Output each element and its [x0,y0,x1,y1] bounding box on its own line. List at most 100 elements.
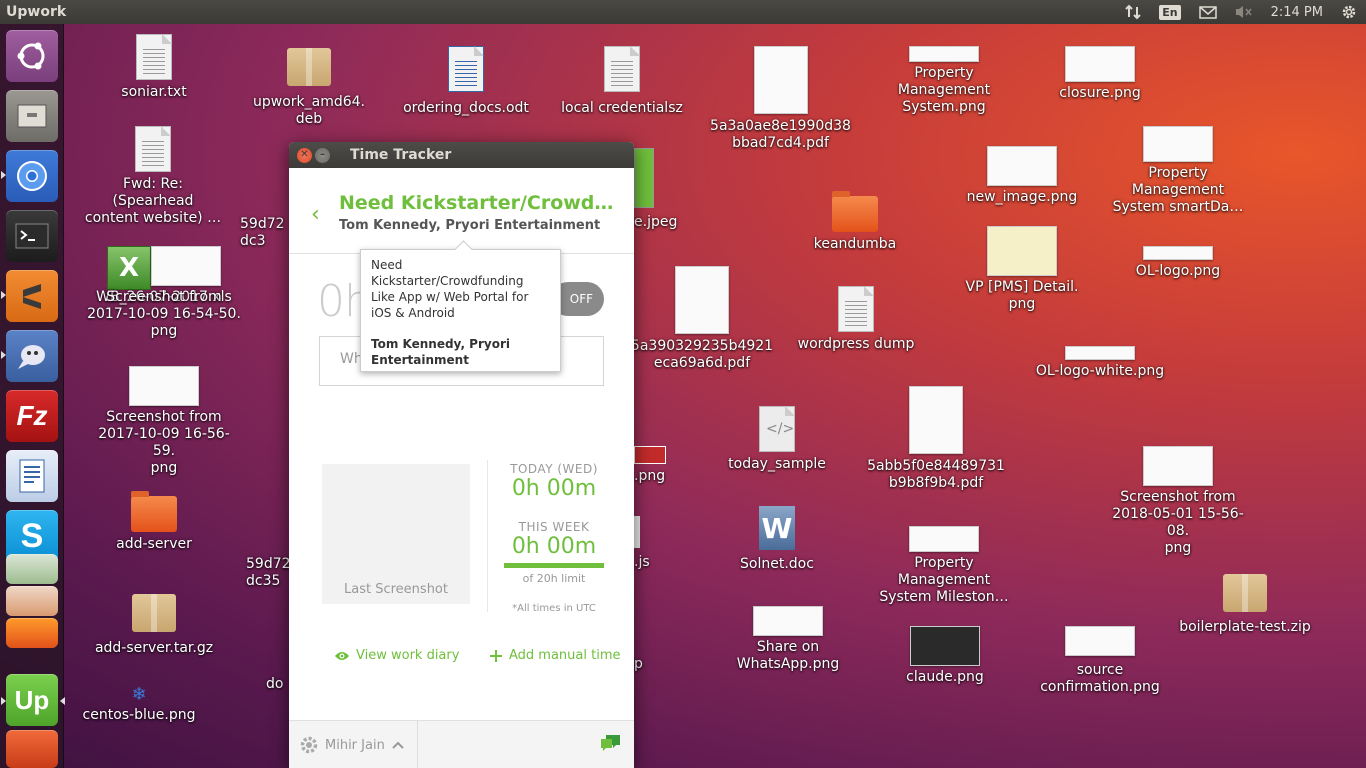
file-label: OL-logo.png [1135,263,1221,279]
desktop-file[interactable]: boilerplate-test.zip [1172,574,1318,636]
desktop-file[interactable]: OL-logo-white.png [1030,346,1170,380]
desktop-file[interactable]: Screenshot from 2017-10-09 16-56-59. png [90,366,238,477]
image-thumbnail-icon [1143,126,1213,162]
image-thumbnail-icon [1143,246,1213,260]
desktop-file[interactable]: .js [634,516,674,571]
text-editor-icon[interactable] [6,730,58,768]
desktop-file[interactable]: soniar.txt [104,34,204,101]
image-thumbnail-icon [634,148,654,208]
desktop-folder[interactable]: keandumba [800,191,910,253]
plus-icon [490,649,502,662]
writer-document-icon [448,46,484,92]
desktop-file[interactable]: Property Management System Mileston… [872,526,1016,606]
close-window-button[interactable]: ✕ [297,147,312,163]
filezilla-icon[interactable]: Fz [6,390,58,442]
image-thumbnail-icon [1065,626,1135,656]
network-icon[interactable] [1116,0,1150,24]
last-screenshot-label: Last Screenshot [344,582,448,597]
desktop-folder[interactable]: add-server [104,491,204,553]
desktop-file[interactable]: 59d72 dc35 [246,556,292,590]
desktop-file[interactable]: wordpress dump [794,286,918,353]
today-label: TODAY (WED) [510,462,598,476]
image-thumbnail-icon [1065,46,1135,82]
desktop-file[interactable]: local credentialsz [552,46,692,117]
tooltip-client: Tom Kennedy, Pryori Entertainment [371,337,510,367]
file-label: Property Management System.png [897,65,991,115]
add-manual-time-label: Add manual time [509,648,621,663]
desktop-file[interactable]: VP [PMS] Detail. png [955,226,1089,313]
desktop-file[interactable]: ❄ centos-blue.png [78,686,200,724]
file-label: do [266,676,284,692]
chat-icon[interactable] [600,733,622,757]
desktop-file[interactable]: source confirmation.png [1030,626,1170,696]
desktop-file[interactable]: Share on WhatsApp.png [728,606,848,673]
mail-icon[interactable] [1190,0,1226,24]
text-file-icon [135,126,171,172]
text-file-icon [136,34,172,80]
desktop-file[interactable]: p [634,656,654,673]
desktop-file[interactable]: 5a3a0ae8e1990d38 bbad7cd4.pdf [708,46,853,152]
desktop-file[interactable]: 5a390329235b4921 eca69a6d.pdf [630,266,774,372]
desktop-file[interactable]: Screenshot from 2018-05-01 15-56-08. png [1104,446,1252,557]
spreadsheet-icon: X [107,246,151,290]
desktop-file[interactable]: claude.png [890,626,1000,686]
running-indicator [1,291,6,299]
running-indicator [1,171,6,179]
desktop-file[interactable]: add-server.tar.gz [86,594,222,657]
libreoffice-writer-icon[interactable] [6,450,58,502]
view-work-diary-label: View work diary [356,648,460,663]
keyboard-layout-indicator[interactable]: En [1150,0,1189,24]
file-label: today_sample [728,456,826,472]
desktop-file[interactable]: </> today_sample [720,406,834,473]
desktop-file[interactable]: e.jpeg [634,148,684,231]
file-label: source confirmation.png [1040,662,1160,695]
file-label: add-server [116,536,192,552]
libreoffice-impress-icon[interactable] [6,586,58,616]
clock[interactable]: 2:14 PM [1262,0,1332,24]
desktop-file[interactable]: upwork_amd64. deb [244,48,374,128]
window-titlebar[interactable]: ✕ – Time Tracker [289,142,634,168]
chromium-icon[interactable] [6,150,58,202]
job-client: Tom Kennedy, Pryori Entertainment [339,218,601,233]
desktop-file[interactable]: 5abb5f0e84489731 b9b8f9b4.pdf [864,386,1008,492]
minimize-window-button[interactable]: – [315,147,330,163]
chevron-left-icon[interactable]: ‹ [311,202,320,227]
desktop-file[interactable]: X WB_26-07-2017.xls Screenshot from 2017… [86,246,242,340]
file-label: local credentialsz [561,100,683,116]
sublime-text-icon[interactable] [6,270,58,322]
desktop-file[interactable]: closure.png [1040,46,1160,102]
firefox-icon[interactable] [6,618,58,648]
desktop-file[interactable]: OL-logo.png [1118,246,1238,280]
terminal-icon[interactable] [6,210,58,262]
pdf-thumbnail-icon [753,46,808,114]
job-title[interactable]: Need Kickstarter/Crowdfun... [339,192,619,214]
pidgin-icon[interactable] [6,330,58,382]
desktop-file[interactable]: ordering_docs.odt [396,46,536,117]
file-label: closure.png [1059,85,1141,101]
desktop-file[interactable]: W Solnet.doc [730,506,824,573]
view-work-diary-link[interactable]: View work diary [334,648,459,663]
file-label: add-server.tar.gz [94,640,214,656]
top-panel: Upwork En 2:14 PM [0,0,1366,24]
file-label: new_image.png [966,189,1078,205]
desktop-file[interactable]: new_image.png [962,146,1082,206]
volume-muted-icon[interactable] [1226,0,1262,24]
file-label: soniar.txt [121,84,187,100]
desktop-file[interactable]: Property Management System smartDa… [1108,126,1248,216]
settings-gear-icon[interactable] [1332,0,1366,24]
upwork-icon[interactable]: Up [6,674,58,726]
image-thumbnail-icon [753,606,823,636]
desktop-file[interactable]: .png [634,446,684,485]
add-manual-time-link[interactable]: Add manual time [489,648,621,663]
files-icon[interactable] [6,90,58,142]
desktop-file[interactable]: Property Management System.png [876,46,1012,116]
desktop-file[interactable]: Fwd: Re: (Spearhead content website) … [80,126,226,227]
folder-icon [131,491,177,532]
libreoffice-calc-icon[interactable] [6,554,58,584]
desktop-file[interactable]: 59d72 dc3 [240,216,292,250]
file-label: VP [PMS] Detail. png [965,279,1079,312]
file-label: 5a390329235b4921 eca69a6d.pdf [630,338,774,371]
user-menu[interactable]: Mihir Jain [299,735,405,755]
package-icon [287,48,331,86]
ubuntu-dash-icon[interactable] [6,30,58,82]
